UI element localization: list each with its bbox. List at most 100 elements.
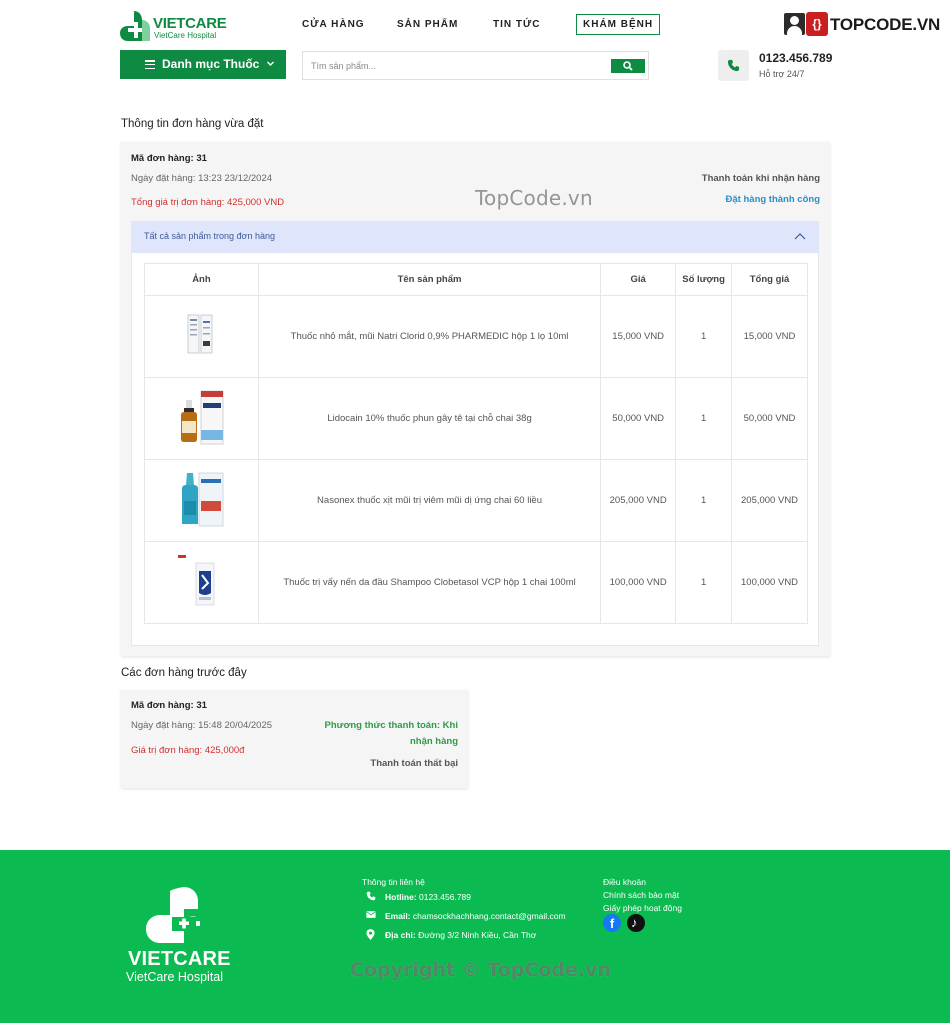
category-menu-button[interactable]: Danh mục Thuốc bbox=[120, 50, 286, 79]
product-quantity: 1 bbox=[675, 377, 733, 460]
previous-order-card[interactable]: Mã đơn hàng: 31 Ngày đặt hàng: 15:48 20/… bbox=[121, 690, 468, 788]
header-image: Ảnh bbox=[144, 263, 259, 296]
products-panel: Ảnh Tên sản phẩm Giá Số lượng Tổng giá T… bbox=[131, 253, 819, 646]
search-bar bbox=[302, 51, 649, 80]
table-row: Thuốc nhỏ mắt, mũi Natri Clorid 0,9% PHA… bbox=[144, 295, 808, 378]
search-icon bbox=[623, 61, 633, 71]
address-label: Địa chỉ: bbox=[385, 930, 416, 940]
product-name[interactable]: Lidocain 10% thuốc phun gây tê tại chỗ c… bbox=[257, 377, 602, 460]
product-image-cell bbox=[144, 459, 259, 542]
table-row: Thuốc trị vẩy nến da đầu Shampoo Clobeta… bbox=[144, 541, 808, 624]
order-total: Tổng giá trị đơn hàng: 425,000 VND bbox=[131, 197, 285, 208]
product-price: 100,000 VND bbox=[600, 541, 677, 624]
order-status: Đặt hàng thành công bbox=[725, 194, 820, 205]
watermark-text: TopCode.vn bbox=[475, 186, 593, 210]
location-icon bbox=[366, 929, 375, 940]
hotline-number[interactable]: 0123.456.789 bbox=[759, 51, 832, 65]
cross-logo-icon bbox=[120, 11, 150, 41]
footer-logo[interactable]: VIETCARE VietCare Hospital bbox=[124, 884, 244, 984]
watermark-logo-text: TOPCODE.VN bbox=[830, 15, 941, 34]
products-accordion-toggle[interactable]: Tất cả sản phẩm trong đơn hàng bbox=[131, 221, 819, 253]
category-menu-label: Danh mục Thuốc bbox=[162, 57, 260, 71]
header-price: Giá bbox=[600, 263, 677, 296]
product-quantity: 1 bbox=[675, 541, 733, 624]
product-price: 15,000 VND bbox=[600, 295, 677, 378]
hotline-subtitle: Hỗ trợ 24/7 bbox=[759, 69, 805, 79]
product-image-lidocain[interactable] bbox=[176, 389, 226, 445]
header-quantity: Số lượng bbox=[675, 263, 733, 296]
product-total: 50,000 VND bbox=[731, 377, 808, 460]
search-button[interactable] bbox=[611, 59, 645, 73]
order-items-table: Ảnh Tên sản phẩm Giá Số lượng Tổng giá T… bbox=[144, 263, 808, 624]
footer-link-license[interactable]: Giấy phép hoạt động bbox=[603, 903, 682, 913]
table-row: Nasonex thuốc xịt mũi trị viêm mũi dị ứn… bbox=[144, 459, 808, 542]
email-value: chamsockhachhang.contact@gmail.com bbox=[410, 911, 566, 921]
product-image-nasonex[interactable] bbox=[176, 471, 226, 527]
product-image-cell bbox=[144, 377, 259, 460]
chevron-up-icon bbox=[794, 233, 806, 240]
logo-subtitle: VietCare Hospital bbox=[154, 31, 217, 40]
product-name[interactable]: Thuốc trị vẩy nến da đầu Shampoo Clobeta… bbox=[257, 541, 602, 624]
accordion-label: Tất cả sản phẩm trong đơn hàng bbox=[144, 231, 275, 241]
hotline-label: Hotline: bbox=[385, 892, 417, 902]
order-total: Giá trị đơn hàng: 425,000đ bbox=[131, 745, 245, 756]
product-total: 15,000 VND bbox=[731, 295, 808, 378]
user-silhouette-icon bbox=[784, 13, 805, 35]
order-code: Mã đơn hàng: 31 bbox=[131, 153, 207, 164]
search-input[interactable] bbox=[311, 58, 601, 74]
address-value: Đường 3/2 Ninh Kiều, Cần Thơ bbox=[415, 930, 537, 940]
contact-info-title: Thông tin liên hệ bbox=[362, 877, 425, 887]
payment-status: Thanh toán thất bại bbox=[370, 758, 458, 769]
header-total: Tổng giá bbox=[731, 263, 808, 296]
product-price: 205,000 VND bbox=[600, 459, 677, 542]
mail-icon bbox=[366, 911, 376, 918]
table-header-row: Ảnh Tên sản phẩm Giá Số lượng Tổng giá bbox=[144, 263, 808, 296]
product-name[interactable]: Thuốc nhỏ mắt, mũi Natri Clorid 0,9% PHA… bbox=[257, 295, 602, 378]
product-quantity: 1 bbox=[675, 295, 733, 378]
payment-method: Phương thức thanh toán: Khi nhận hàng bbox=[324, 720, 458, 747]
nav-store[interactable]: CỬA HÀNG bbox=[302, 15, 365, 35]
product-image-cell bbox=[144, 295, 259, 378]
logo-text: VIETCARE bbox=[153, 15, 227, 32]
footer-logo-subtitle: VietCare Hospital bbox=[126, 970, 224, 984]
previous-orders-title: Các đơn hàng trước đây bbox=[121, 667, 247, 679]
email-label: Email: bbox=[385, 911, 411, 921]
product-image-shampoo[interactable] bbox=[176, 553, 226, 609]
hotline-value: 0123.456.789 bbox=[416, 892, 471, 902]
product-name[interactable]: Nasonex thuốc xịt mũi trị viêm mũi dị ứn… bbox=[257, 459, 602, 542]
phone-icon-box bbox=[718, 50, 749, 81]
product-price: 50,000 VND bbox=[600, 377, 677, 460]
product-image-cell bbox=[144, 541, 259, 624]
payment-method: Thanh toán khi nhận hàng bbox=[701, 173, 820, 184]
chevron-down-icon bbox=[267, 61, 274, 66]
recent-order-card: Mã đơn hàng: 31 Ngày đặt hàng: 13:23 23/… bbox=[121, 142, 830, 656]
copyright-watermark: Copyright © TopCode.vn bbox=[350, 959, 612, 981]
product-total: 205,000 VND bbox=[731, 459, 808, 542]
nav-products[interactable]: SẢN PHẨM bbox=[397, 15, 458, 35]
tiktok-icon[interactable] bbox=[627, 914, 645, 932]
order-date: Ngày đặt hàng: 15:48 20/04/2025 bbox=[131, 720, 273, 731]
product-quantity: 1 bbox=[675, 459, 733, 542]
order-date: Ngày đặt hàng: 13:23 23/12/2024 bbox=[131, 173, 273, 184]
product-total: 100,000 VND bbox=[731, 541, 808, 624]
footer-link-privacy[interactable]: Chính sách bảo mật bbox=[603, 890, 679, 900]
order-code: Mã đơn hàng: 31 bbox=[131, 700, 207, 711]
footer-link-terms[interactable]: Điều khoản bbox=[603, 877, 646, 887]
header-product-name: Tên sản phẩm bbox=[257, 263, 602, 296]
nav-news[interactable]: TIN TỨC bbox=[493, 15, 541, 35]
site-footer: VIETCARE VietCare Hospital Thông tin liê… bbox=[0, 850, 950, 1023]
menu-icon bbox=[145, 60, 155, 70]
table-row: Lidocain 10% thuốc phun gây tê tại chỗ c… bbox=[144, 377, 808, 460]
phone-icon bbox=[366, 891, 376, 901]
social-links: f bbox=[603, 914, 647, 932]
watermark-logo: {} TOPCODE.VN bbox=[784, 12, 940, 38]
hotline-block: 0123.456.789 Hỗ trợ 24/7 bbox=[718, 50, 848, 82]
code-brackets-icon: {} bbox=[806, 12, 828, 36]
facebook-icon[interactable]: f bbox=[603, 914, 621, 932]
product-image-eyedrop[interactable] bbox=[176, 307, 226, 363]
cross-logo-icon bbox=[146, 887, 200, 943]
footer-logo-text: VIETCARE bbox=[128, 948, 231, 970]
nav-medical-exam[interactable]: KHÁM BỆNH bbox=[576, 14, 661, 35]
recent-order-title: Thông tin đơn hàng vừa đặt bbox=[121, 118, 264, 130]
site-logo[interactable]: VIETCARE VietCare Hospital bbox=[120, 10, 227, 42]
